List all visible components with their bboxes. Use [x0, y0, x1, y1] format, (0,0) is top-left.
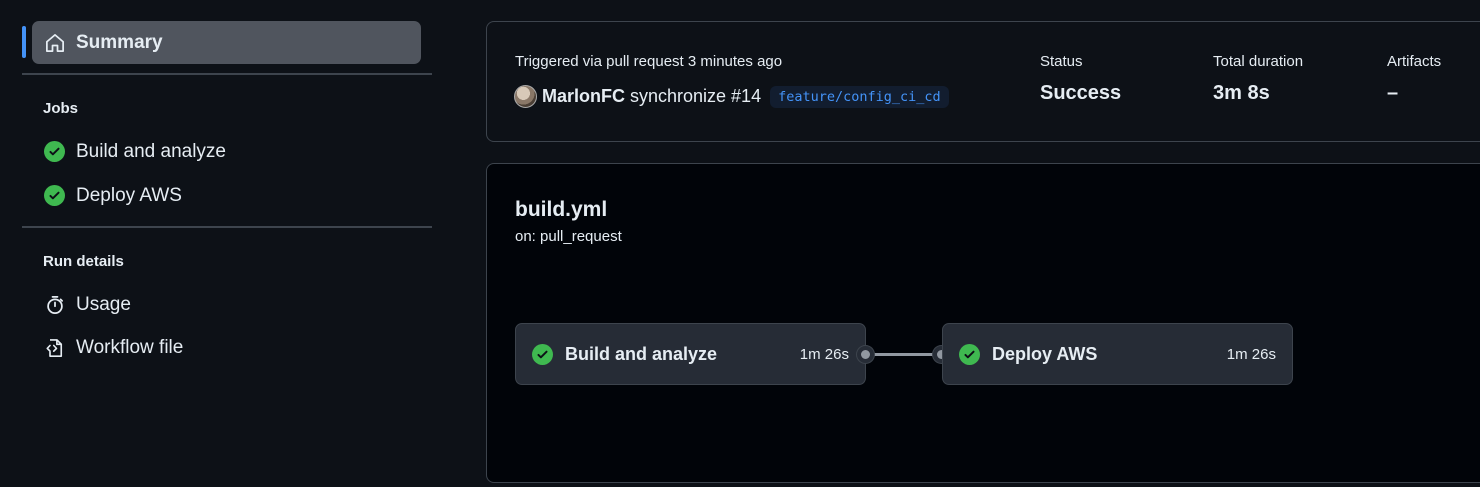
divider	[22, 73, 432, 75]
run-details-section-title: Run details	[43, 253, 124, 270]
sidebar-item-label: Summary	[76, 31, 163, 53]
sidebar-item-usage[interactable]: Usage	[32, 283, 421, 326]
status-label: Status	[1040, 53, 1083, 70]
sidebar-item-build-and-analyze[interactable]: Build and analyze	[32, 130, 421, 173]
workflow-name: build.yml	[515, 198, 608, 221]
trigger-text: Triggered via pull request 3 minutes ago	[515, 53, 783, 70]
connector-dot-out	[857, 346, 874, 363]
workflow-graph-panel: build.yml on: pull_request Build and ana…	[486, 163, 1480, 483]
job-duration: 1m 26s	[799, 345, 849, 363]
actor-row: MarlonFC synchronize #14 feature/config_…	[514, 85, 949, 108]
run-summary-panel: Triggered via pull request 3 minutes ago…	[486, 21, 1480, 142]
sidebar: Summary Jobs Build and analyze Deploy AW…	[0, 0, 440, 487]
artifacts-value: –	[1387, 82, 1399, 104]
duration-stat: Total duration 3m 8s	[1213, 53, 1303, 105]
job-duration: 1m 26s	[1226, 345, 1276, 363]
job-connector	[866, 353, 942, 356]
stopwatch-icon	[44, 294, 65, 315]
artifacts-label: Artifacts	[1387, 53, 1442, 70]
check-circle-icon	[44, 141, 65, 162]
status-value: Success	[1040, 82, 1122, 104]
sidebar-item-deploy-aws[interactable]: Deploy AWS	[32, 174, 421, 217]
home-icon	[44, 32, 65, 53]
check-circle-icon	[532, 343, 553, 365]
action-text[interactable]: synchronize #14	[630, 86, 761, 107]
job-card-deploy-aws[interactable]: Deploy AWS 1m 26s	[942, 323, 1293, 385]
sidebar-item-label: Deploy AWS	[76, 184, 182, 206]
branch-badge[interactable]: feature/config_ci_cd	[770, 85, 949, 108]
divider	[22, 226, 432, 228]
artifacts-stat: Artifacts –	[1387, 53, 1441, 105]
jobs-section-title: Jobs	[43, 100, 79, 117]
sidebar-item-summary[interactable]: Summary	[32, 21, 421, 64]
actor-link[interactable]: MarlonFC	[542, 86, 625, 107]
duration-label: Total duration	[1213, 53, 1304, 70]
sidebar-item-label: Workflow file	[76, 336, 184, 358]
job-name: Deploy AWS	[992, 343, 1098, 364]
job-name: Build and analyze	[565, 343, 718, 364]
duration-value: 3m 8s	[1213, 82, 1270, 104]
sidebar-item-label: Usage	[76, 293, 131, 315]
active-indicator	[22, 26, 26, 58]
sidebar-item-workflow-file[interactable]: Workflow file	[32, 326, 421, 369]
status-stat: Status Success	[1040, 53, 1121, 105]
avatar[interactable]	[514, 85, 537, 108]
workflow-trigger: on: pull_request	[515, 228, 622, 245]
check-circle-icon	[959, 343, 980, 365]
sidebar-item-label: Build and analyze	[76, 140, 226, 162]
job-card-build-and-analyze[interactable]: Build and analyze 1m 26s	[515, 323, 866, 385]
file-code-icon	[44, 337, 65, 358]
check-circle-icon	[44, 185, 65, 206]
